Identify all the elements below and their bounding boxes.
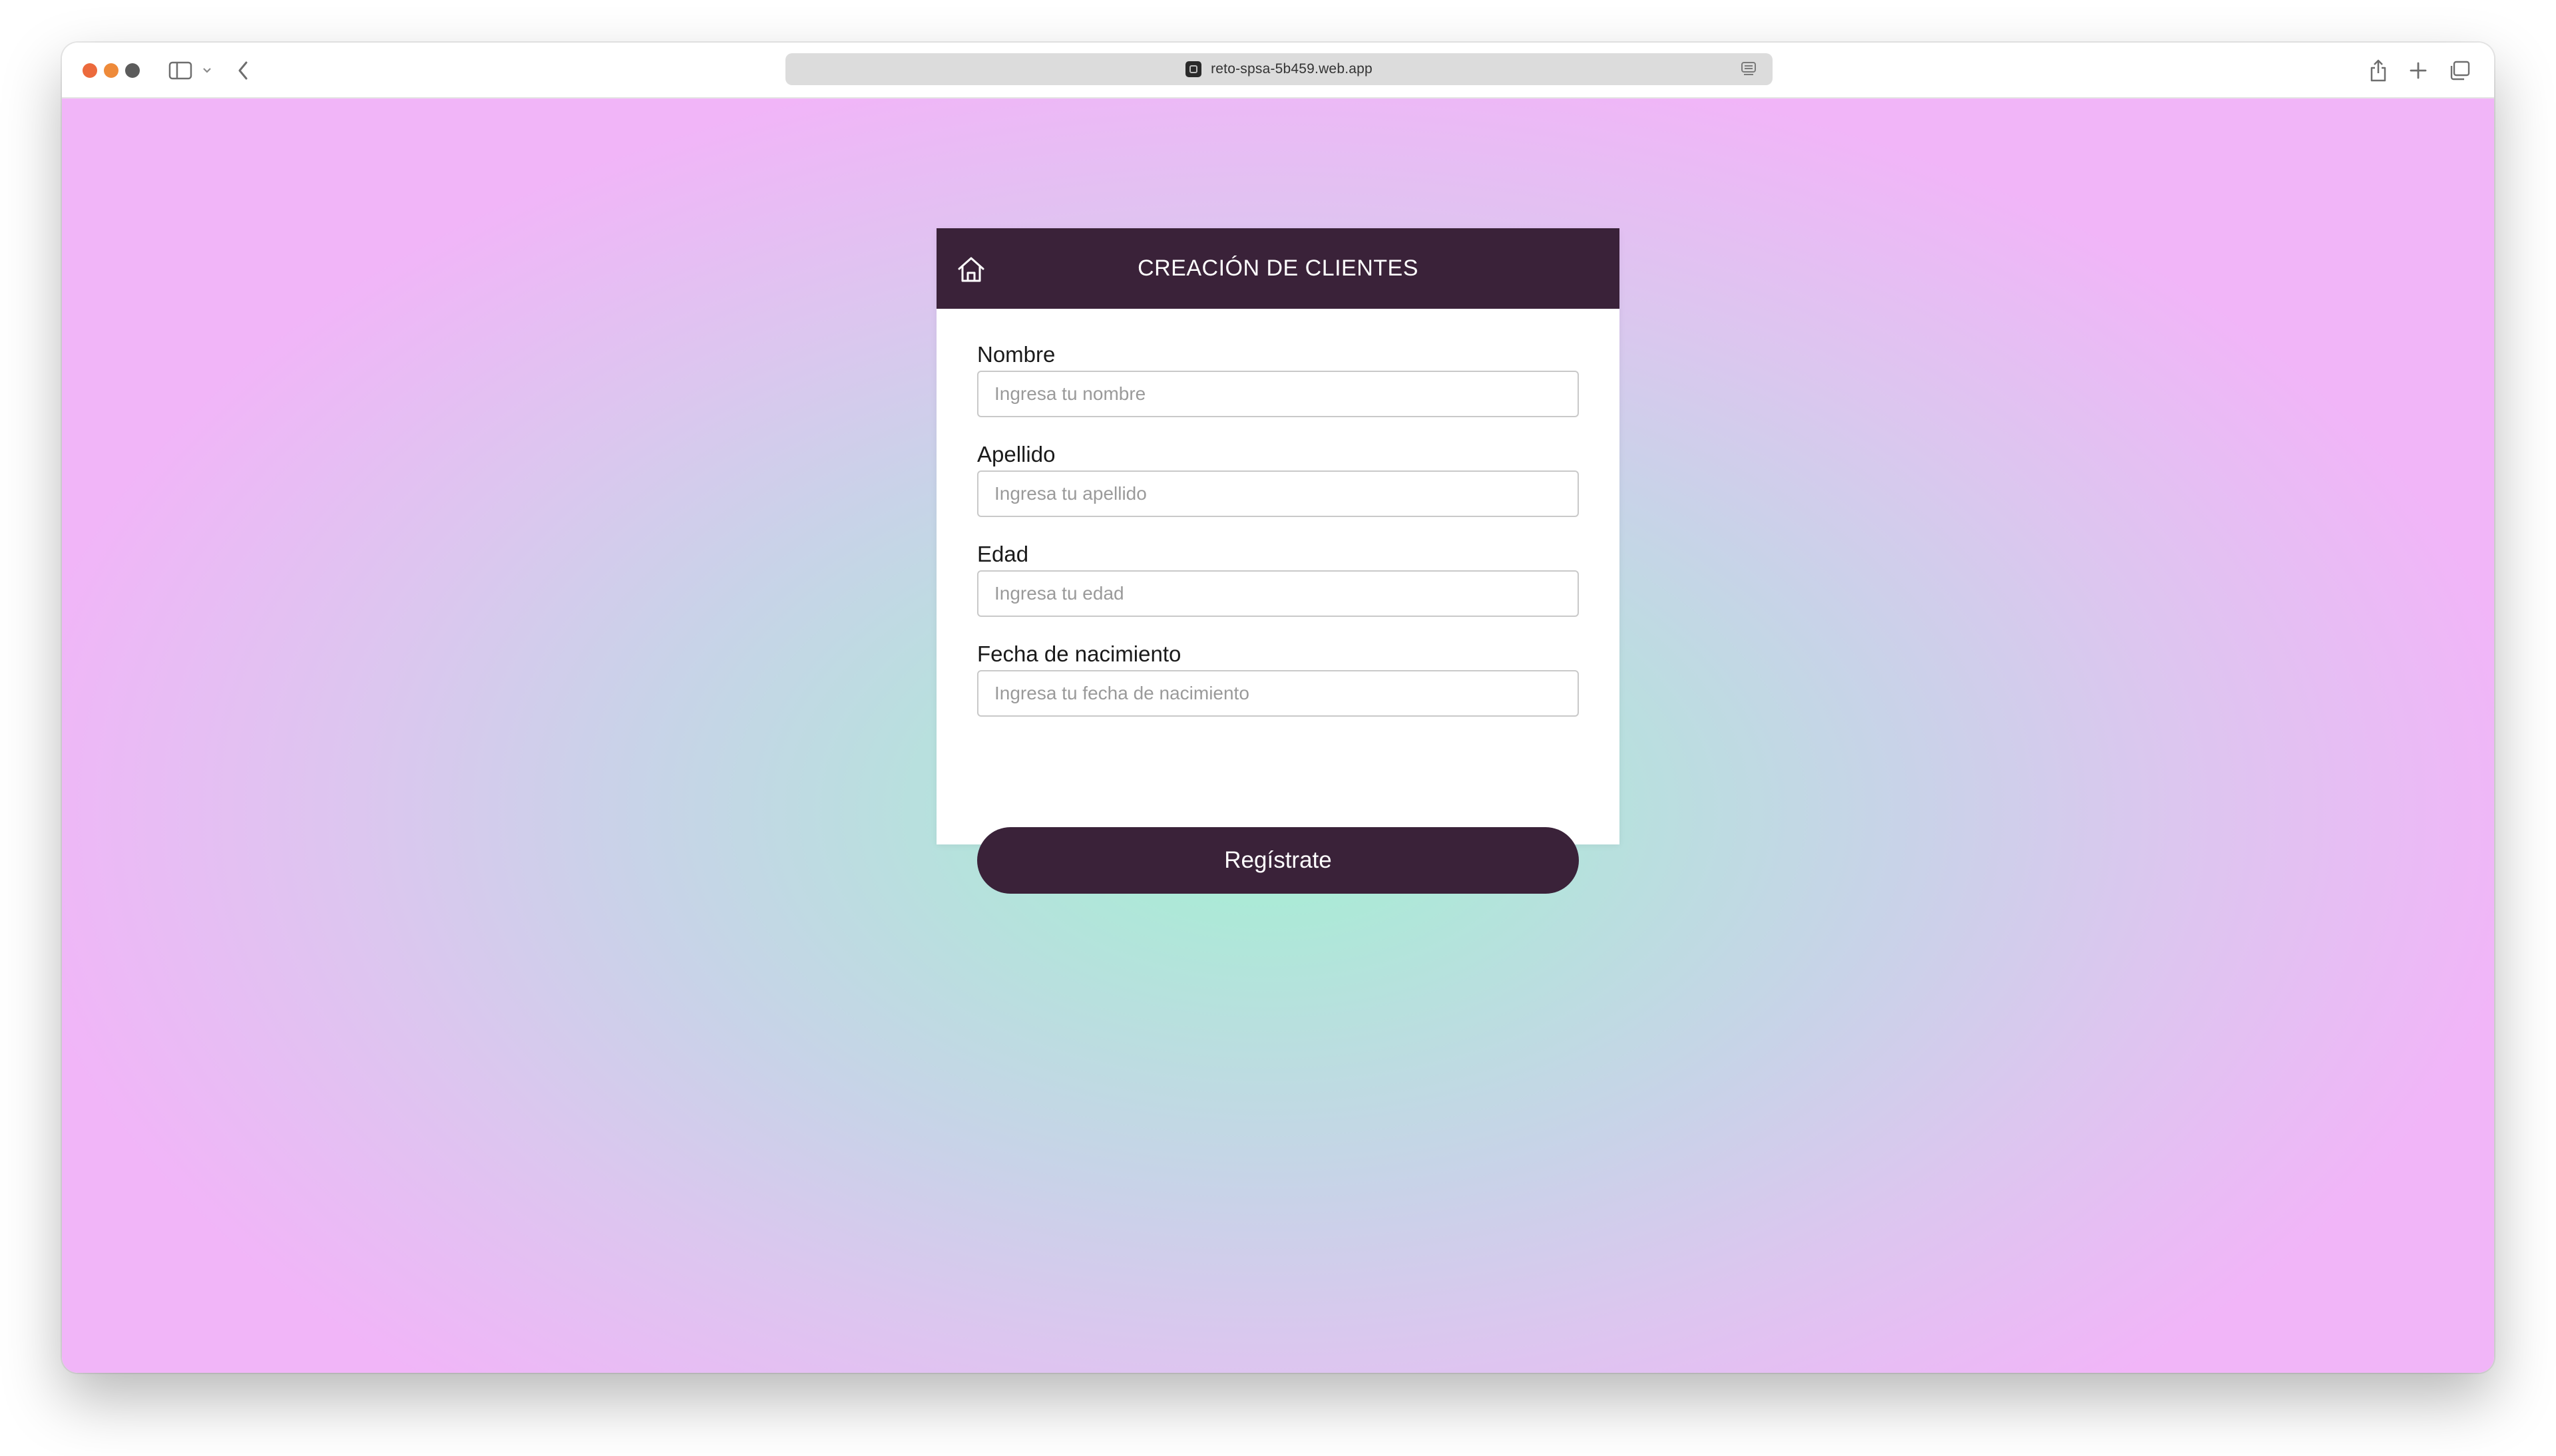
back-button[interactable] <box>230 55 256 87</box>
page-viewport: CREACIÓN DE CLIENTES Nombre Apellido Eda… <box>62 98 2494 1373</box>
browser-window: reto-spsa-5b459.web.app CREACIÓN DE CLIE… <box>62 43 2494 1373</box>
register-button[interactable]: Regístrate <box>977 827 1579 894</box>
page-title: CREACIÓN DE CLIENTES <box>1138 256 1418 281</box>
card-header: CREACIÓN DE CLIENTES <box>937 228 1619 309</box>
sidebar-icon[interactable] <box>166 55 195 87</box>
client-form-card: CREACIÓN DE CLIENTES Nombre Apellido Eda… <box>937 228 1619 894</box>
share-icon[interactable] <box>2365 55 2392 87</box>
fecha-nacimiento-label: Fecha de nacimiento <box>977 641 1181 666</box>
chevron-left-icon <box>238 61 248 80</box>
apellido-label: Apellido <box>977 442 1056 466</box>
reader-icon[interactable] <box>1739 60 1758 79</box>
home-icon[interactable] <box>955 254 987 285</box>
favicon-icon <box>1185 61 1202 77</box>
edad-input[interactable] <box>977 570 1579 617</box>
nombre-label: Nombre <box>977 342 1056 367</box>
desktop: reto-spsa-5b459.web.app CREACIÓN DE CLIE… <box>0 0 2556 1456</box>
url-text: reto-spsa-5b459.web.app <box>1211 61 1373 77</box>
fecha-nacimiento-input[interactable] <box>977 670 1579 717</box>
nombre-input[interactable] <box>977 371 1579 417</box>
apellido-input[interactable] <box>977 470 1579 517</box>
chevron-down-icon[interactable] <box>199 55 215 87</box>
zoom-window-button[interactable] <box>125 63 140 78</box>
minimize-window-button[interactable] <box>104 63 118 78</box>
edad-label: Edad <box>977 542 1029 566</box>
tabs-overview-icon[interactable] <box>2445 55 2474 87</box>
close-window-button[interactable] <box>83 63 97 78</box>
browser-toolbar: reto-spsa-5b459.web.app <box>62 43 2494 98</box>
address-bar[interactable]: reto-spsa-5b459.web.app <box>785 53 1773 85</box>
plus-icon[interactable] <box>2405 55 2432 87</box>
